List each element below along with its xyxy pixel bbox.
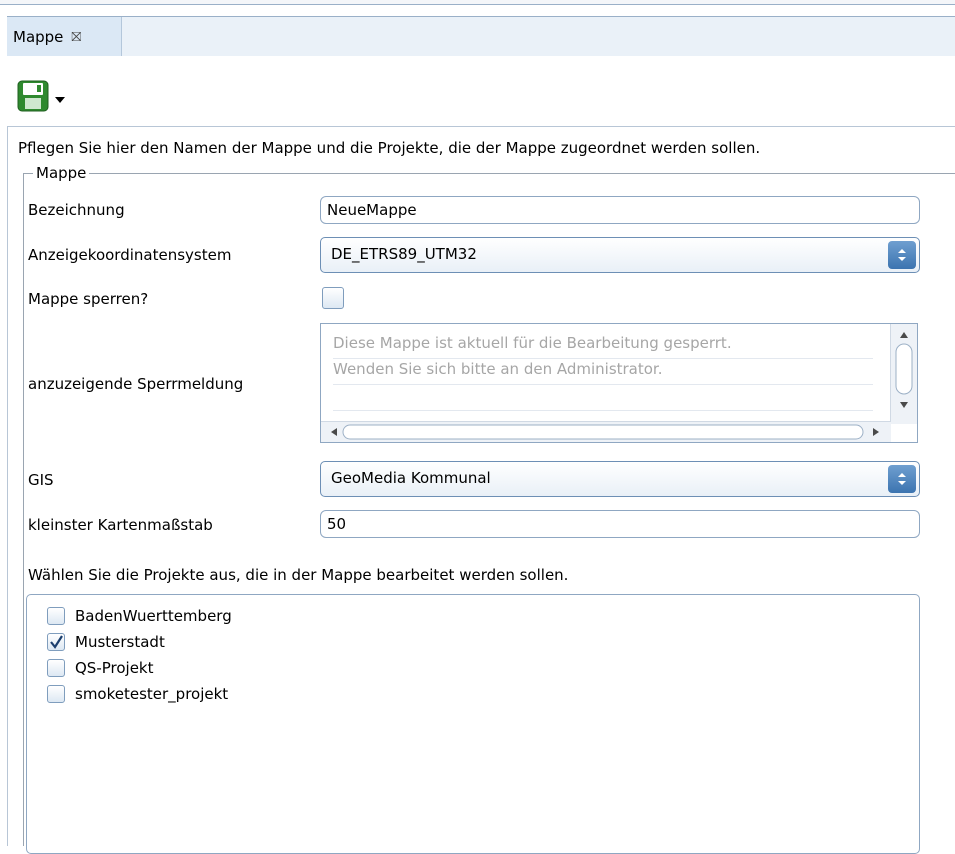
koordsystem-label: Anzeigekoordinatensystem [28,246,232,264]
massstab-input[interactable]: 50 [320,510,920,538]
textarea-rule [333,358,873,359]
gis-label: GIS [28,471,54,489]
gis-value: GeoMedia Kommunal [331,469,491,487]
project-label: BadenWuerttemberg [75,607,232,625]
close-icon[interactable]: ⛝ [71,30,81,45]
group-title: Mappe [33,164,90,182]
horizontal-scrollbar[interactable] [321,421,891,442]
massstab-label: kleinster Kartenmaßstab [28,516,213,534]
project-label: smoketester_projekt [75,685,229,703]
project-label: Musterstadt [75,633,165,651]
select-arrow-icon[interactable] [888,241,916,269]
project-list: BadenWuerttemberg Musterstadt QS-Projekt… [26,594,920,854]
vertical-scrollbar[interactable] [890,324,917,424]
sperrmeldung-line-2: Wenden Sie sich bitte an den Administrat… [333,360,663,378]
project-checkbox[interactable] [47,685,65,703]
floppy-save-icon [17,80,65,112]
koordsystem-value: DE_ETRS89_UTM32 [331,245,477,263]
sperrmeldung-textarea[interactable]: Diese Mappe ist aktuell für die Bearbeit… [320,323,918,443]
checkmark-icon [50,635,63,649]
sperrmeldung-label: anzuzeigende Sperrmeldung [28,375,244,393]
sperrmeldung-line-1: Diese Mappe ist aktuell für die Bearbeit… [333,334,732,352]
sperren-checkbox[interactable] [322,287,344,309]
list-item[interactable]: smoketester_projekt [47,683,228,705]
tab-mappe[interactable]: Mappe ⛝ [7,17,122,57]
select-arrow-icon[interactable] [888,465,916,493]
project-checkbox[interactable] [47,659,65,677]
list-item[interactable]: Musterstadt [47,631,165,653]
window-top-border [0,0,955,5]
project-checkbox[interactable] [47,607,65,625]
list-item[interactable]: BadenWuerttemberg [47,605,232,627]
textarea-rule [333,410,873,411]
project-checkbox-checked[interactable] [47,633,65,651]
editor-tab-bar: Mappe ⛝ [7,16,955,58]
scroll-down-icon [900,402,908,408]
intro-text: Pflegen Sie hier den Namen der Mappe und… [18,139,761,157]
sperren-label: Mappe sperren? [28,290,149,308]
koordsystem-select[interactable]: DE_ETRS89_UTM32 [320,237,920,273]
tab-label: Mappe [13,28,64,46]
toolbar [7,56,955,126]
project-label: QS-Projekt [75,659,154,677]
scroll-left-icon [331,428,337,436]
bezeichnung-input[interactable]: NeueMappe [320,196,920,224]
projects-prompt: Wählen Sie die Projekte aus, die in der … [28,566,569,584]
scroll-up-icon [900,332,908,338]
scroll-right-icon [873,428,879,436]
bezeichnung-label: Bezeichnung [28,201,125,219]
gis-select[interactable]: GeoMedia Kommunal [320,461,920,497]
textarea-rule [333,384,873,385]
save-button[interactable] [17,80,87,114]
chevron-down-icon [55,97,65,103]
list-item[interactable]: QS-Projekt [47,657,154,679]
